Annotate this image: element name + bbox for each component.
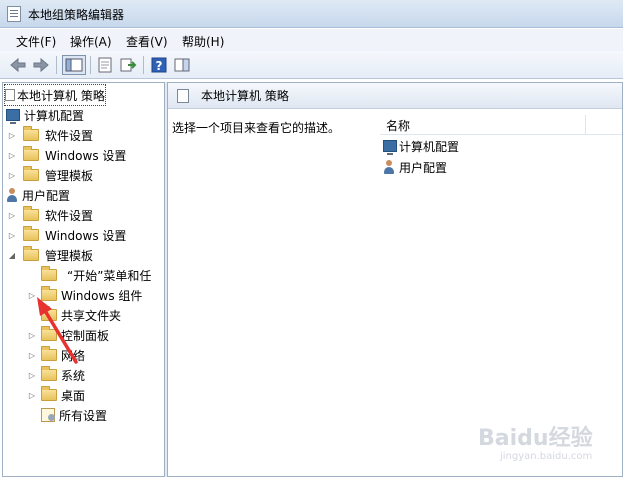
- tree-item-cc-software[interactable]: ▷ 软件设置: [7, 125, 93, 145]
- tree-item-label: 计算机配置: [24, 108, 85, 123]
- expand-arrow-icon[interactable]: ▷: [27, 351, 37, 360]
- svg-text:?: ?: [156, 59, 163, 73]
- window-title: 本地组策略编辑器: [28, 8, 125, 22]
- toolbar: ?: [0, 51, 623, 79]
- tree-item-all-settings[interactable]: 所有设置: [41, 405, 107, 425]
- folder-icon: [41, 366, 57, 381]
- menu-bar: 文件(F) 操作(A) 查看(V) 帮助(H): [0, 29, 623, 51]
- properties-icon[interactable]: [95, 55, 115, 75]
- expand-arrow-icon[interactable]: ▷: [7, 211, 17, 220]
- column-header-empty[interactable]: [586, 115, 622, 135]
- tree-item-label: 软件设置: [45, 128, 94, 143]
- folder-icon: [23, 126, 39, 141]
- menu-view[interactable]: 查看(V): [126, 33, 168, 50]
- collapse-arrow-icon[interactable]: ◢: [7, 251, 17, 260]
- tree-item-label: Windows 设置: [45, 148, 127, 163]
- show-hide-action-pane-icon[interactable]: [172, 55, 192, 75]
- forward-arrow-icon[interactable]: [31, 55, 51, 75]
- tree-item-uc-windows[interactable]: ▷ Windows 设置: [7, 225, 126, 245]
- tree-item-cc-windows[interactable]: ▷ Windows 设置: [7, 145, 126, 165]
- tree-pane[interactable]: 本地计算机 策略 计算机配置 ▷ 软件设置 ▷ Windows 设置 ▷ 管理模…: [2, 82, 165, 477]
- menu-help[interactable]: 帮助(H): [182, 33, 224, 50]
- tree-item-computer-config[interactable]: 计算机配置: [6, 105, 84, 125]
- column-header-name[interactable]: 名称: [380, 115, 586, 135]
- baidu-watermark-url: jingyan.baidu.com: [500, 451, 593, 462]
- list-item-user-config[interactable]: 用户配置: [383, 157, 447, 177]
- tree-item-start-menu[interactable]: “开始”菜单和任: [41, 265, 151, 285]
- list-item-label: 用户配置: [399, 160, 448, 175]
- policy-root-icon: [5, 89, 15, 101]
- folder-icon: [23, 166, 39, 181]
- folder-icon: [41, 346, 57, 361]
- folder-icon: [41, 286, 57, 301]
- list-item-computer-config[interactable]: 计算机配置: [383, 136, 459, 156]
- back-arrow-icon[interactable]: [8, 55, 28, 75]
- expand-arrow-icon[interactable]: ▷: [7, 171, 17, 180]
- expand-arrow-icon[interactable]: ▷: [27, 391, 37, 400]
- tree-item-label: “开始”菜单和任: [67, 268, 152, 283]
- help-icon[interactable]: ?: [149, 55, 169, 75]
- menu-file[interactable]: 文件(F): [16, 33, 56, 50]
- tree-item-label: 用户配置: [22, 188, 71, 203]
- tree-item-label: 控制面板: [61, 328, 110, 343]
- tree-item-control-panel[interactable]: ▷ 控制面板: [27, 325, 109, 345]
- tree-item-label: 网络: [61, 348, 86, 363]
- details-header: 本地计算机 策略: [168, 83, 622, 109]
- folder-icon: [23, 206, 39, 221]
- tree-item-label: 软件设置: [45, 208, 94, 223]
- toolbar-separator: [143, 56, 144, 74]
- toolbar-separator: [90, 56, 91, 74]
- tree-item-label: 桌面: [61, 388, 86, 403]
- tree-item-label: 共享文件夹: [61, 308, 122, 323]
- folder-icon: [41, 266, 57, 281]
- policy-editor-icon: [7, 6, 21, 22]
- title-bar: 本地组策略编辑器: [0, 0, 623, 28]
- baidu-watermark: Baidu经验: [478, 426, 593, 451]
- folder-icon: [23, 246, 39, 261]
- tree-item-windows-components[interactable]: ▷ Windows 组件: [27, 285, 142, 305]
- details-title: 本地计算机 策略: [201, 89, 289, 103]
- tree-item-label: 管理模板: [45, 248, 94, 263]
- tree-item-uc-software[interactable]: ▷ 软件设置: [7, 205, 93, 225]
- user-icon: [6, 188, 18, 202]
- menu-action[interactable]: 操作(A): [70, 33, 112, 50]
- computer-icon: [6, 109, 20, 124]
- tree-item-uc-admin[interactable]: ◢ 管理模板: [7, 245, 93, 265]
- folder-icon: [41, 326, 57, 341]
- expand-arrow-icon[interactable]: ▷: [27, 291, 37, 300]
- tree-item-desktop[interactable]: ▷ 桌面: [27, 385, 85, 405]
- expand-arrow-icon[interactable]: ▷: [7, 131, 17, 140]
- folder-icon: [23, 146, 39, 161]
- tree-item-shared-folders[interactable]: 共享文件夹: [41, 305, 121, 325]
- tree-item-label: 本地计算机 策略: [17, 88, 105, 103]
- tree-item-root[interactable]: 本地计算机 策略: [4, 84, 106, 106]
- tree-item-system[interactable]: ▷ 系统: [27, 365, 85, 385]
- expand-arrow-icon[interactable]: ▷: [27, 331, 37, 340]
- export-list-icon[interactable]: [118, 55, 138, 75]
- tree-item-label: Windows 设置: [45, 228, 127, 243]
- tree-item-cc-admin[interactable]: ▷ 管理模板: [7, 165, 93, 185]
- folder-icon: [23, 226, 39, 241]
- tree-item-label: Windows 组件: [61, 288, 143, 303]
- folder-icon: [41, 306, 57, 321]
- expand-arrow-icon[interactable]: ▷: [7, 231, 17, 240]
- tree-item-user-config[interactable]: 用户配置: [6, 185, 70, 205]
- list-item-label: 计算机配置: [399, 139, 460, 154]
- all-settings-icon: [41, 408, 55, 422]
- show-hide-tree-icon[interactable]: [62, 55, 86, 75]
- description-text: 选择一个项目来查看它的描述。: [172, 121, 341, 135]
- user-icon: [383, 160, 395, 174]
- tree-item-label: 系统: [61, 368, 86, 383]
- tree-item-label: 所有设置: [59, 408, 108, 423]
- folder-icon: [41, 386, 57, 401]
- details-pane: 本地计算机 策略 选择一个项目来查看它的描述。 名称 计算机配置 用户配置: [167, 82, 623, 477]
- tree-item-label: 管理模板: [45, 168, 94, 183]
- policy-document-icon: [177, 88, 189, 103]
- toolbar-separator: [56, 56, 57, 74]
- tree-item-network[interactable]: ▷ 网络: [27, 345, 85, 365]
- computer-icon: [383, 140, 397, 155]
- expand-arrow-icon[interactable]: ▷: [7, 151, 17, 160]
- expand-arrow-icon[interactable]: ▷: [27, 371, 37, 380]
